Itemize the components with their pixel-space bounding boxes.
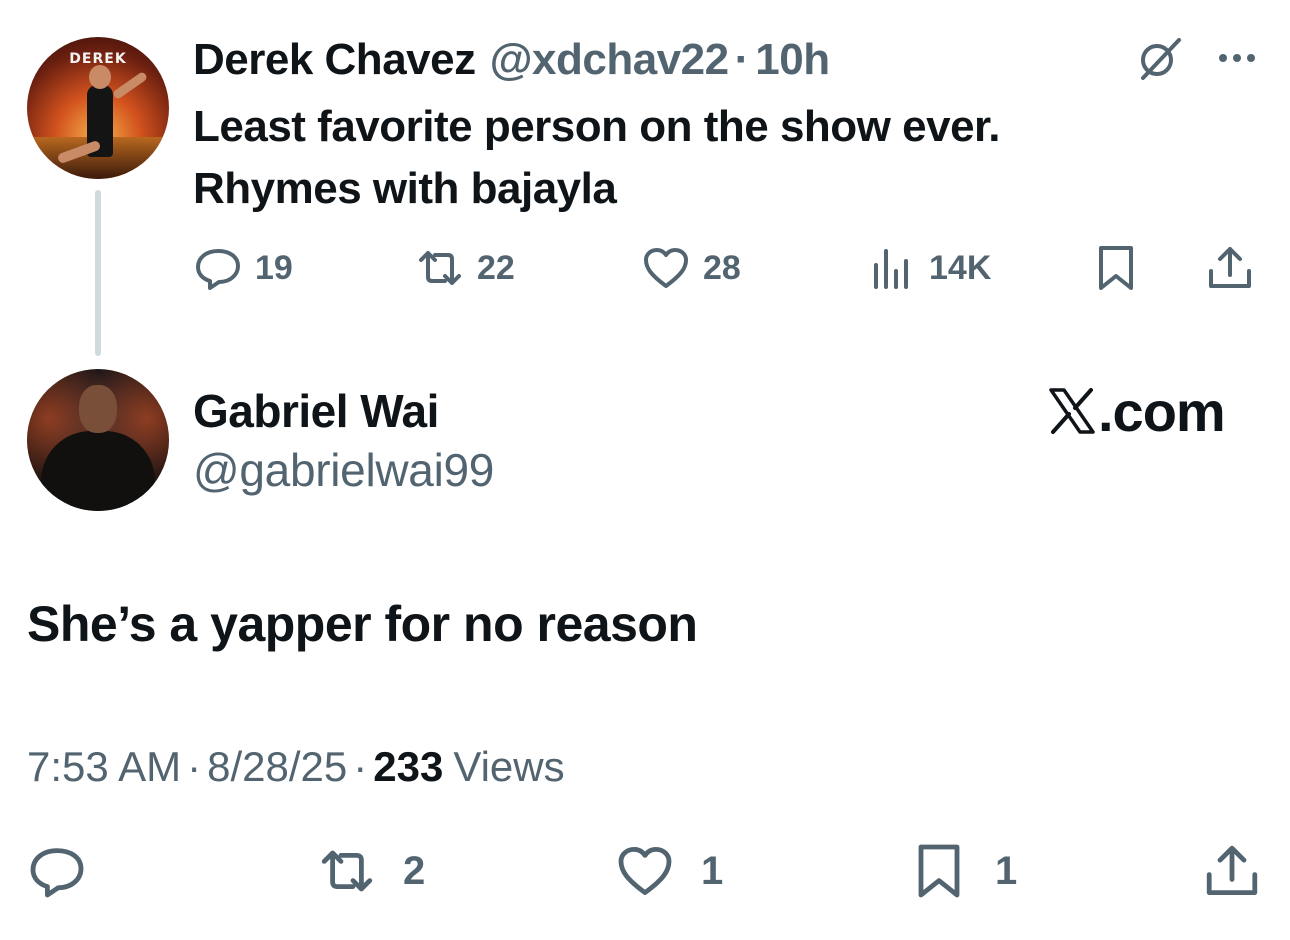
parent-tweet-time[interactable]: 10h	[755, 34, 830, 86]
parent-tweet-header: Derek Chavez @xdchav22 · 10h	[193, 34, 830, 86]
parent-like-count: 28	[703, 248, 741, 287]
reply-like-button[interactable]: 1	[615, 838, 723, 904]
avatar-body	[41, 431, 155, 511]
more-icon[interactable]	[1213, 40, 1261, 76]
parent-repost-count: 22	[477, 248, 515, 287]
x-logo-icon	[1049, 388, 1095, 434]
views-icon	[874, 249, 908, 289]
reply-share-button[interactable]	[1202, 838, 1262, 904]
grok-icon[interactable]	[1135, 34, 1183, 82]
reply-bookmark-count: 1	[995, 848, 1018, 893]
reply-views-count[interactable]: 233	[373, 740, 443, 794]
avatar-head	[79, 385, 117, 433]
reply-views-label[interactable]: Views	[453, 740, 564, 794]
reply-author-avatar[interactable]	[27, 369, 169, 511]
share-icon	[1206, 845, 1258, 895]
reply-author-name[interactable]: Gabriel Wai	[193, 383, 439, 439]
reply-tweet-time[interactable]: 7:53 AM	[27, 740, 181, 794]
reply-tweet-meta: 7:53 AM · 8/28/25 · 233 Views	[27, 740, 565, 794]
x-watermark-text: .com	[1098, 379, 1226, 443]
reply-action-bar: 2 1 1	[27, 838, 1262, 904]
like-icon	[618, 847, 672, 895]
parent-tweet-text-line1: Least favorite person on the show ever.	[193, 102, 1000, 151]
reply-like-count: 1	[701, 848, 724, 893]
x-watermark: .com	[1048, 379, 1226, 443]
repost-icon	[321, 850, 373, 892]
parent-tweet-text-line2: Rhymes with bajayla	[193, 164, 617, 213]
reply-tweet-text: She’s a yapper for no reason	[27, 596, 698, 652]
reply-tweet-date[interactable]: 8/28/25	[207, 740, 347, 794]
reply-reply-button[interactable]	[27, 838, 87, 904]
parent-author-name[interactable]: Derek Chavez	[193, 34, 476, 86]
parent-bookmark-button[interactable]	[1091, 238, 1141, 298]
reply-repost-button[interactable]: 2	[317, 838, 425, 904]
avatar-arm	[111, 70, 149, 101]
bookmark-icon	[918, 844, 960, 898]
parent-author-avatar[interactable]: DEREK	[27, 37, 169, 179]
avatar-head	[89, 65, 111, 89]
meta-separator: ·	[353, 743, 368, 790]
share-icon	[1209, 247, 1251, 288]
reply-icon	[196, 249, 240, 290]
repost-icon	[419, 251, 461, 285]
parent-reply-button[interactable]: 19	[193, 238, 293, 298]
parent-author-handle[interactable]: @xdchav22	[490, 34, 729, 86]
parent-views-count: 14K	[929, 248, 992, 287]
thread-connector-line	[95, 190, 101, 356]
like-icon	[644, 248, 688, 288]
parent-action-bar: 19 22 28 14K	[193, 238, 1263, 298]
parent-views-button[interactable]: 14K	[867, 238, 991, 298]
parent-repost-button[interactable]: 22	[415, 238, 515, 298]
reply-repost-count: 2	[403, 848, 426, 893]
parent-share-button[interactable]	[1205, 238, 1255, 298]
reply-author-handle[interactable]: @gabrielwai99	[193, 442, 494, 498]
bookmark-icon	[1099, 246, 1133, 290]
reply-bookmark-button[interactable]: 1	[909, 838, 1017, 904]
tweet-screenshot: DEREK Derek Chavez @xdchav22 · 10h Least…	[0, 0, 1290, 940]
meta-separator: ·	[187, 743, 202, 790]
reply-icon	[30, 848, 84, 898]
parent-like-button[interactable]: 28	[641, 238, 741, 298]
parent-reply-count: 19	[255, 248, 293, 287]
parent-tweet-text: Least favorite person on the show ever. …	[193, 96, 1193, 220]
header-separator: ·	[734, 35, 750, 84]
